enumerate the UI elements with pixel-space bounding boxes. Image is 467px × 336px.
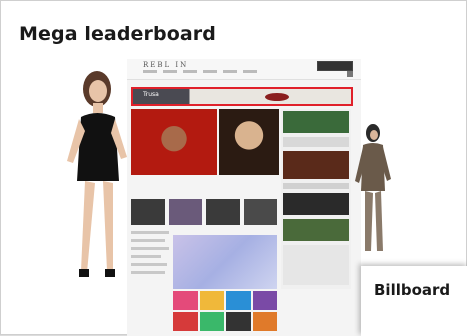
model-left-figure: [67, 71, 127, 277]
site-nav: [143, 70, 293, 76]
site-search-icon: [347, 71, 353, 77]
model-right-figure: [355, 124, 391, 251]
image-mosaic: [173, 291, 277, 331]
site-sidebar: [281, 109, 351, 289]
hero-image-right: [219, 109, 279, 175]
billboard-card[interactable]: Billboard: [361, 266, 467, 336]
leaderboard-ad: Trusa: [131, 87, 353, 106]
site-header: REBL IN: [127, 59, 361, 80]
billboard-label: Billboard: [374, 281, 451, 299]
lips-graphic: [265, 93, 289, 101]
card-title: Mega leaderboard: [19, 23, 216, 45]
site-search-box: [317, 61, 353, 71]
feature-banner: [173, 235, 277, 289]
thumbnail-row: [131, 199, 277, 225]
hero-image-left: [131, 109, 217, 175]
leaderboard-ad-brand: Trusa: [143, 91, 159, 98]
ad-format-card: Mega leaderboard REBL IN Trusa Billboard: [0, 0, 467, 336]
website-mockup: REBL IN Trusa: [127, 59, 361, 336]
site-logo: REBL IN: [143, 61, 189, 69]
